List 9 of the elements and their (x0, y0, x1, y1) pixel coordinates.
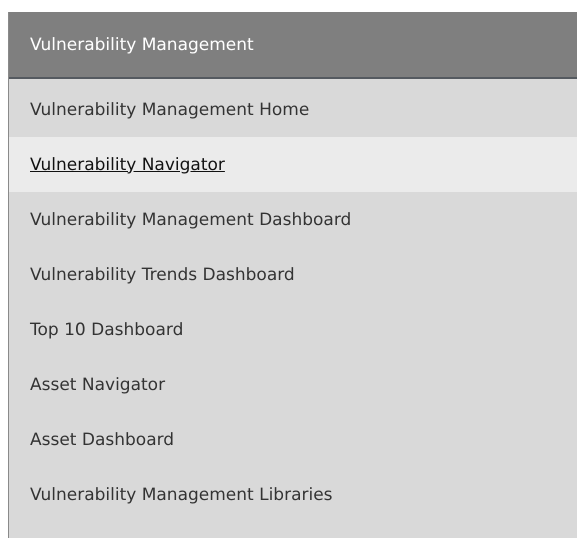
menu-link[interactable]: Asset Navigator (30, 374, 166, 394)
menu-link[interactable]: Vulnerability Management Dashboard (30, 210, 352, 230)
menu-link[interactable]: Vulnerability Navigator (30, 154, 225, 174)
menu-link[interactable]: Asset Dashboard (30, 430, 174, 450)
menu-link[interactable]: Top 10 Dashboard (30, 320, 184, 340)
menu-link[interactable]: Vulnerability Management Libraries (30, 484, 333, 504)
menu-link[interactable]: Vulnerability Management Home (30, 100, 310, 120)
panel-title: Vulnerability Management (30, 34, 254, 54)
menu-link[interactable]: Vulnerability Trends Dashboard (30, 264, 295, 284)
